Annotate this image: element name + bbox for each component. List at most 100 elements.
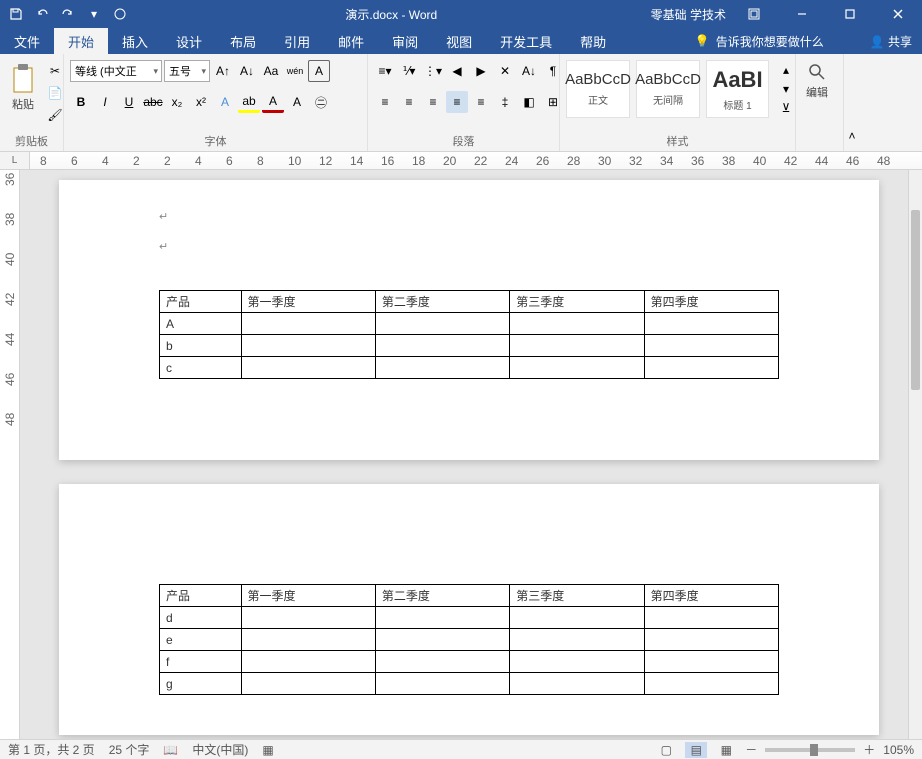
tab-design[interactable]: 设计: [162, 28, 216, 54]
line-spacing-button[interactable]: ‡: [494, 91, 516, 113]
superscript-button[interactable]: x²: [190, 91, 212, 113]
status-proofing-icon[interactable]: 📖: [163, 743, 178, 757]
zoom-level[interactable]: 105%: [883, 743, 914, 757]
text-effects-button[interactable]: A: [214, 91, 236, 113]
tab-insert[interactable]: 插入: [108, 28, 162, 54]
view-print-button[interactable]: ▤: [685, 742, 707, 758]
table-row: b: [160, 335, 779, 357]
shrink-font-button[interactable]: A↓: [236, 60, 258, 82]
justify-button[interactable]: ≡: [446, 91, 468, 113]
account-button[interactable]: [734, 0, 774, 28]
redo-button[interactable]: [56, 2, 80, 26]
vertical-ruler[interactable]: 36384042444648: [0, 170, 20, 739]
bullets-button[interactable]: ≡▾: [374, 60, 396, 82]
font-size-combo[interactable]: 五号: [164, 60, 210, 82]
font-name-combo[interactable]: 等线 (中文正: [70, 60, 162, 82]
find-button[interactable]: 编辑: [802, 60, 832, 102]
shading-button[interactable]: ◧: [518, 91, 540, 113]
group-paragraph: ≡▾ ⅟▾ ⋮▾ ◀ ▶ ✕ A↓ ¶ ≡ ≡ ≡ ≡ ≡ ‡ ◧ ⊞ 段落: [368, 54, 560, 151]
bold-button[interactable]: B: [70, 91, 92, 113]
table-row: d: [160, 607, 779, 629]
tab-layout[interactable]: 布局: [216, 28, 270, 54]
tab-review[interactable]: 审阅: [378, 28, 432, 54]
status-macro-icon[interactable]: ▦: [262, 743, 273, 757]
zoom-out-button[interactable]: －: [745, 741, 757, 758]
minimize-button[interactable]: [782, 0, 822, 28]
sort-button[interactable]: A↓: [518, 60, 540, 82]
tab-view[interactable]: 视图: [432, 28, 486, 54]
close-button[interactable]: [878, 0, 918, 28]
tab-file[interactable]: 文件: [0, 28, 54, 54]
styles-down-button[interactable]: ▾: [775, 80, 797, 98]
status-page[interactable]: 第 1 页，共 2 页: [8, 741, 95, 758]
share-button[interactable]: 👤 共享: [870, 33, 912, 50]
char-border-button[interactable]: A: [308, 60, 330, 82]
highlight-button[interactable]: ab: [238, 91, 260, 113]
maximize-button[interactable]: [830, 0, 870, 28]
pages-container[interactable]: ↵ ↵ 产品 第一季度 第二季度 第三季度 第四季度 A b c 产品 第一季度: [30, 170, 908, 739]
numbering-button[interactable]: ⅟▾: [398, 60, 420, 82]
copy-button[interactable]: 📄: [44, 82, 66, 104]
style-normal[interactable]: AaBbCcD 正文: [566, 60, 630, 118]
scrollbar-thumb[interactable]: [911, 210, 920, 390]
align-right-button[interactable]: ≡: [422, 91, 444, 113]
search-icon: [807, 62, 827, 82]
styles-more-button[interactable]: ⊻: [775, 99, 797, 117]
touch-mode-button[interactable]: [108, 2, 132, 26]
view-read-button[interactable]: ▢: [655, 742, 677, 758]
view-web-button[interactable]: ▦: [715, 742, 737, 758]
italic-button[interactable]: I: [94, 91, 116, 113]
qat-more-button[interactable]: ▾: [82, 2, 106, 26]
collapse-ribbon-button[interactable]: ˄: [844, 125, 860, 147]
ruler-corner[interactable]: L: [0, 152, 30, 169]
save-button[interactable]: [4, 2, 28, 26]
tab-mail[interactable]: 邮件: [324, 28, 378, 54]
change-case-button[interactable]: Aa: [260, 60, 282, 82]
format-painter-button[interactable]: 🖌: [44, 104, 66, 126]
style-heading1[interactable]: AaBI 标题 1: [706, 60, 769, 118]
grow-font-button[interactable]: A↑: [212, 60, 234, 82]
table-row: g: [160, 673, 779, 695]
table-row: A: [160, 313, 779, 335]
strikethrough-button[interactable]: abc: [142, 91, 164, 113]
undo-button[interactable]: [30, 2, 54, 26]
tell-me-input[interactable]: 告诉我你想要做什么: [716, 33, 824, 50]
enclose-char-button[interactable]: ㊁: [310, 91, 332, 113]
document-table-1[interactable]: 产品 第一季度 第二季度 第三季度 第四季度 A b c: [159, 290, 779, 379]
status-language[interactable]: 中文(中国): [192, 741, 248, 758]
align-left-button[interactable]: ≡: [374, 91, 396, 113]
tab-help[interactable]: 帮助: [566, 28, 620, 54]
status-bar: 第 1 页，共 2 页 25 个字 📖 中文(中国) ▦ ▢ ▤ ▦ － ＋ 1…: [0, 739, 922, 759]
vertical-scrollbar[interactable]: [908, 170, 922, 739]
style-nospace[interactable]: AaBbCcD 无间隔: [636, 60, 700, 118]
document-table-2[interactable]: 产品 第一季度 第二季度 第三季度 第四季度 d e f g: [159, 584, 779, 695]
paste-icon: [10, 62, 36, 94]
ribbon: 粘贴 ✂ 📄 🖌 剪贴板 等线 (中文正 五号 A↑ A↓ Aa wén A B: [0, 54, 922, 152]
decrease-indent-button[interactable]: ◀: [446, 60, 468, 82]
tab-developer[interactable]: 开发工具: [486, 28, 566, 54]
char-shading-button[interactable]: A: [286, 91, 308, 113]
horizontal-ruler[interactable]: L 86422468101214161820222426283032343638…: [0, 152, 922, 170]
font-color-button[interactable]: A: [262, 91, 284, 113]
styles-up-button[interactable]: ▴: [775, 61, 797, 79]
multilevel-button[interactable]: ⋮▾: [422, 60, 444, 82]
asian-layout-button[interactable]: ✕: [494, 60, 516, 82]
distributed-button[interactable]: ≡: [470, 91, 492, 113]
paste-button[interactable]: 粘贴: [6, 60, 40, 114]
status-wordcount[interactable]: 25 个字: [109, 741, 150, 758]
zoom-in-button[interactable]: ＋: [863, 741, 875, 758]
subscript-button[interactable]: x₂: [166, 91, 188, 113]
tell-me-icon: 💡: [695, 34, 710, 48]
cut-button[interactable]: ✂: [44, 60, 66, 82]
tab-references[interactable]: 引用: [270, 28, 324, 54]
zoom-slider[interactable]: [765, 748, 855, 752]
increase-indent-button[interactable]: ▶: [470, 60, 492, 82]
page-2[interactable]: 产品 第一季度 第二季度 第三季度 第四季度 d e f g: [59, 484, 879, 735]
underline-button[interactable]: U: [118, 91, 140, 113]
phonetic-guide-button[interactable]: wén: [284, 60, 306, 82]
table-row: f: [160, 651, 779, 673]
page-1[interactable]: ↵ ↵ 产品 第一季度 第二季度 第三季度 第四季度 A b c: [59, 180, 879, 460]
align-center-button[interactable]: ≡: [398, 91, 420, 113]
tab-home[interactable]: 开始: [54, 28, 108, 54]
paragraph-mark: ↵: [159, 210, 168, 223]
